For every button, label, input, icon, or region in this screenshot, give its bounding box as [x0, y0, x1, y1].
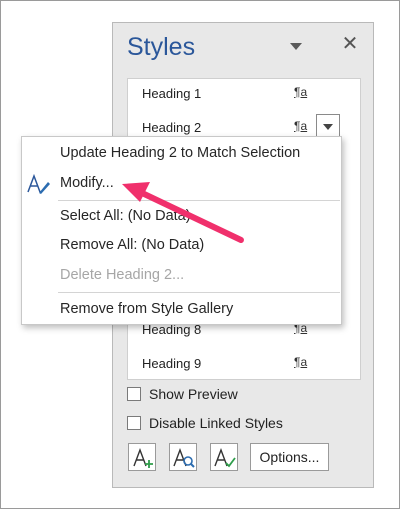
manage-styles-icon	[214, 448, 236, 468]
modify-style-icon	[27, 173, 50, 194]
style-label: Heading 1	[142, 86, 202, 101]
menu-item-label: Select All: (No Data)	[60, 208, 191, 224]
checkbox-box[interactable]	[127, 387, 141, 401]
style-label: Heading 2	[142, 120, 202, 135]
new-style-button[interactable]	[128, 443, 156, 471]
menu-item-remove-from-gallery[interactable]: Remove from Style Gallery	[22, 297, 341, 323]
checkbox-label: Show Preview	[149, 386, 238, 402]
style-inspector-button[interactable]	[169, 443, 197, 471]
linked-style-icon: ¶a	[294, 355, 308, 369]
menu-item-label: Remove from Style Gallery	[60, 301, 234, 317]
style-context-menu: Update Heading 2 to Match Selection Modi…	[21, 136, 342, 325]
linked-style-icon: ¶a	[294, 85, 308, 99]
menu-item-update-to-match[interactable]: Update Heading 2 to Match Selection	[22, 141, 341, 167]
pane-options-dropdown-icon[interactable]	[290, 43, 302, 50]
menu-item-remove-all[interactable]: Remove All: (No Data)	[22, 233, 341, 259]
chevron-down-icon	[323, 124, 333, 130]
menu-separator	[58, 200, 340, 201]
options-button[interactable]: Options...	[250, 443, 329, 471]
new-style-icon	[133, 448, 153, 468]
menu-item-label: Update Heading 2 to Match Selection	[60, 145, 301, 161]
pane-title: Styles	[127, 33, 196, 61]
linked-style-icon: ¶a	[294, 119, 308, 133]
menu-item-delete-style: Delete Heading 2...	[22, 263, 341, 289]
menu-item-label: Delete Heading 2...	[60, 267, 185, 283]
checkbox-box[interactable]	[127, 416, 141, 430]
checkbox-label: Disable Linked Styles	[149, 415, 283, 431]
manage-styles-button[interactable]	[210, 443, 238, 471]
style-item-heading-1[interactable]: Heading 1 ¶a	[128, 79, 360, 109]
style-item-heading-9[interactable]: Heading 9 ¶a	[128, 349, 360, 379]
menu-item-label: Remove All: (No Data)	[60, 237, 205, 253]
close-icon[interactable]: ✕	[341, 34, 359, 54]
menu-separator	[58, 292, 340, 293]
menu-item-label: Modify...	[60, 175, 114, 191]
style-label: Heading 9	[142, 356, 202, 371]
menu-item-select-all[interactable]: Select All: (No Data)	[22, 204, 341, 230]
menu-item-modify[interactable]: Modify...	[22, 171, 341, 197]
style-inspector-icon	[173, 448, 195, 468]
style-dropdown-button[interactable]	[316, 114, 340, 138]
